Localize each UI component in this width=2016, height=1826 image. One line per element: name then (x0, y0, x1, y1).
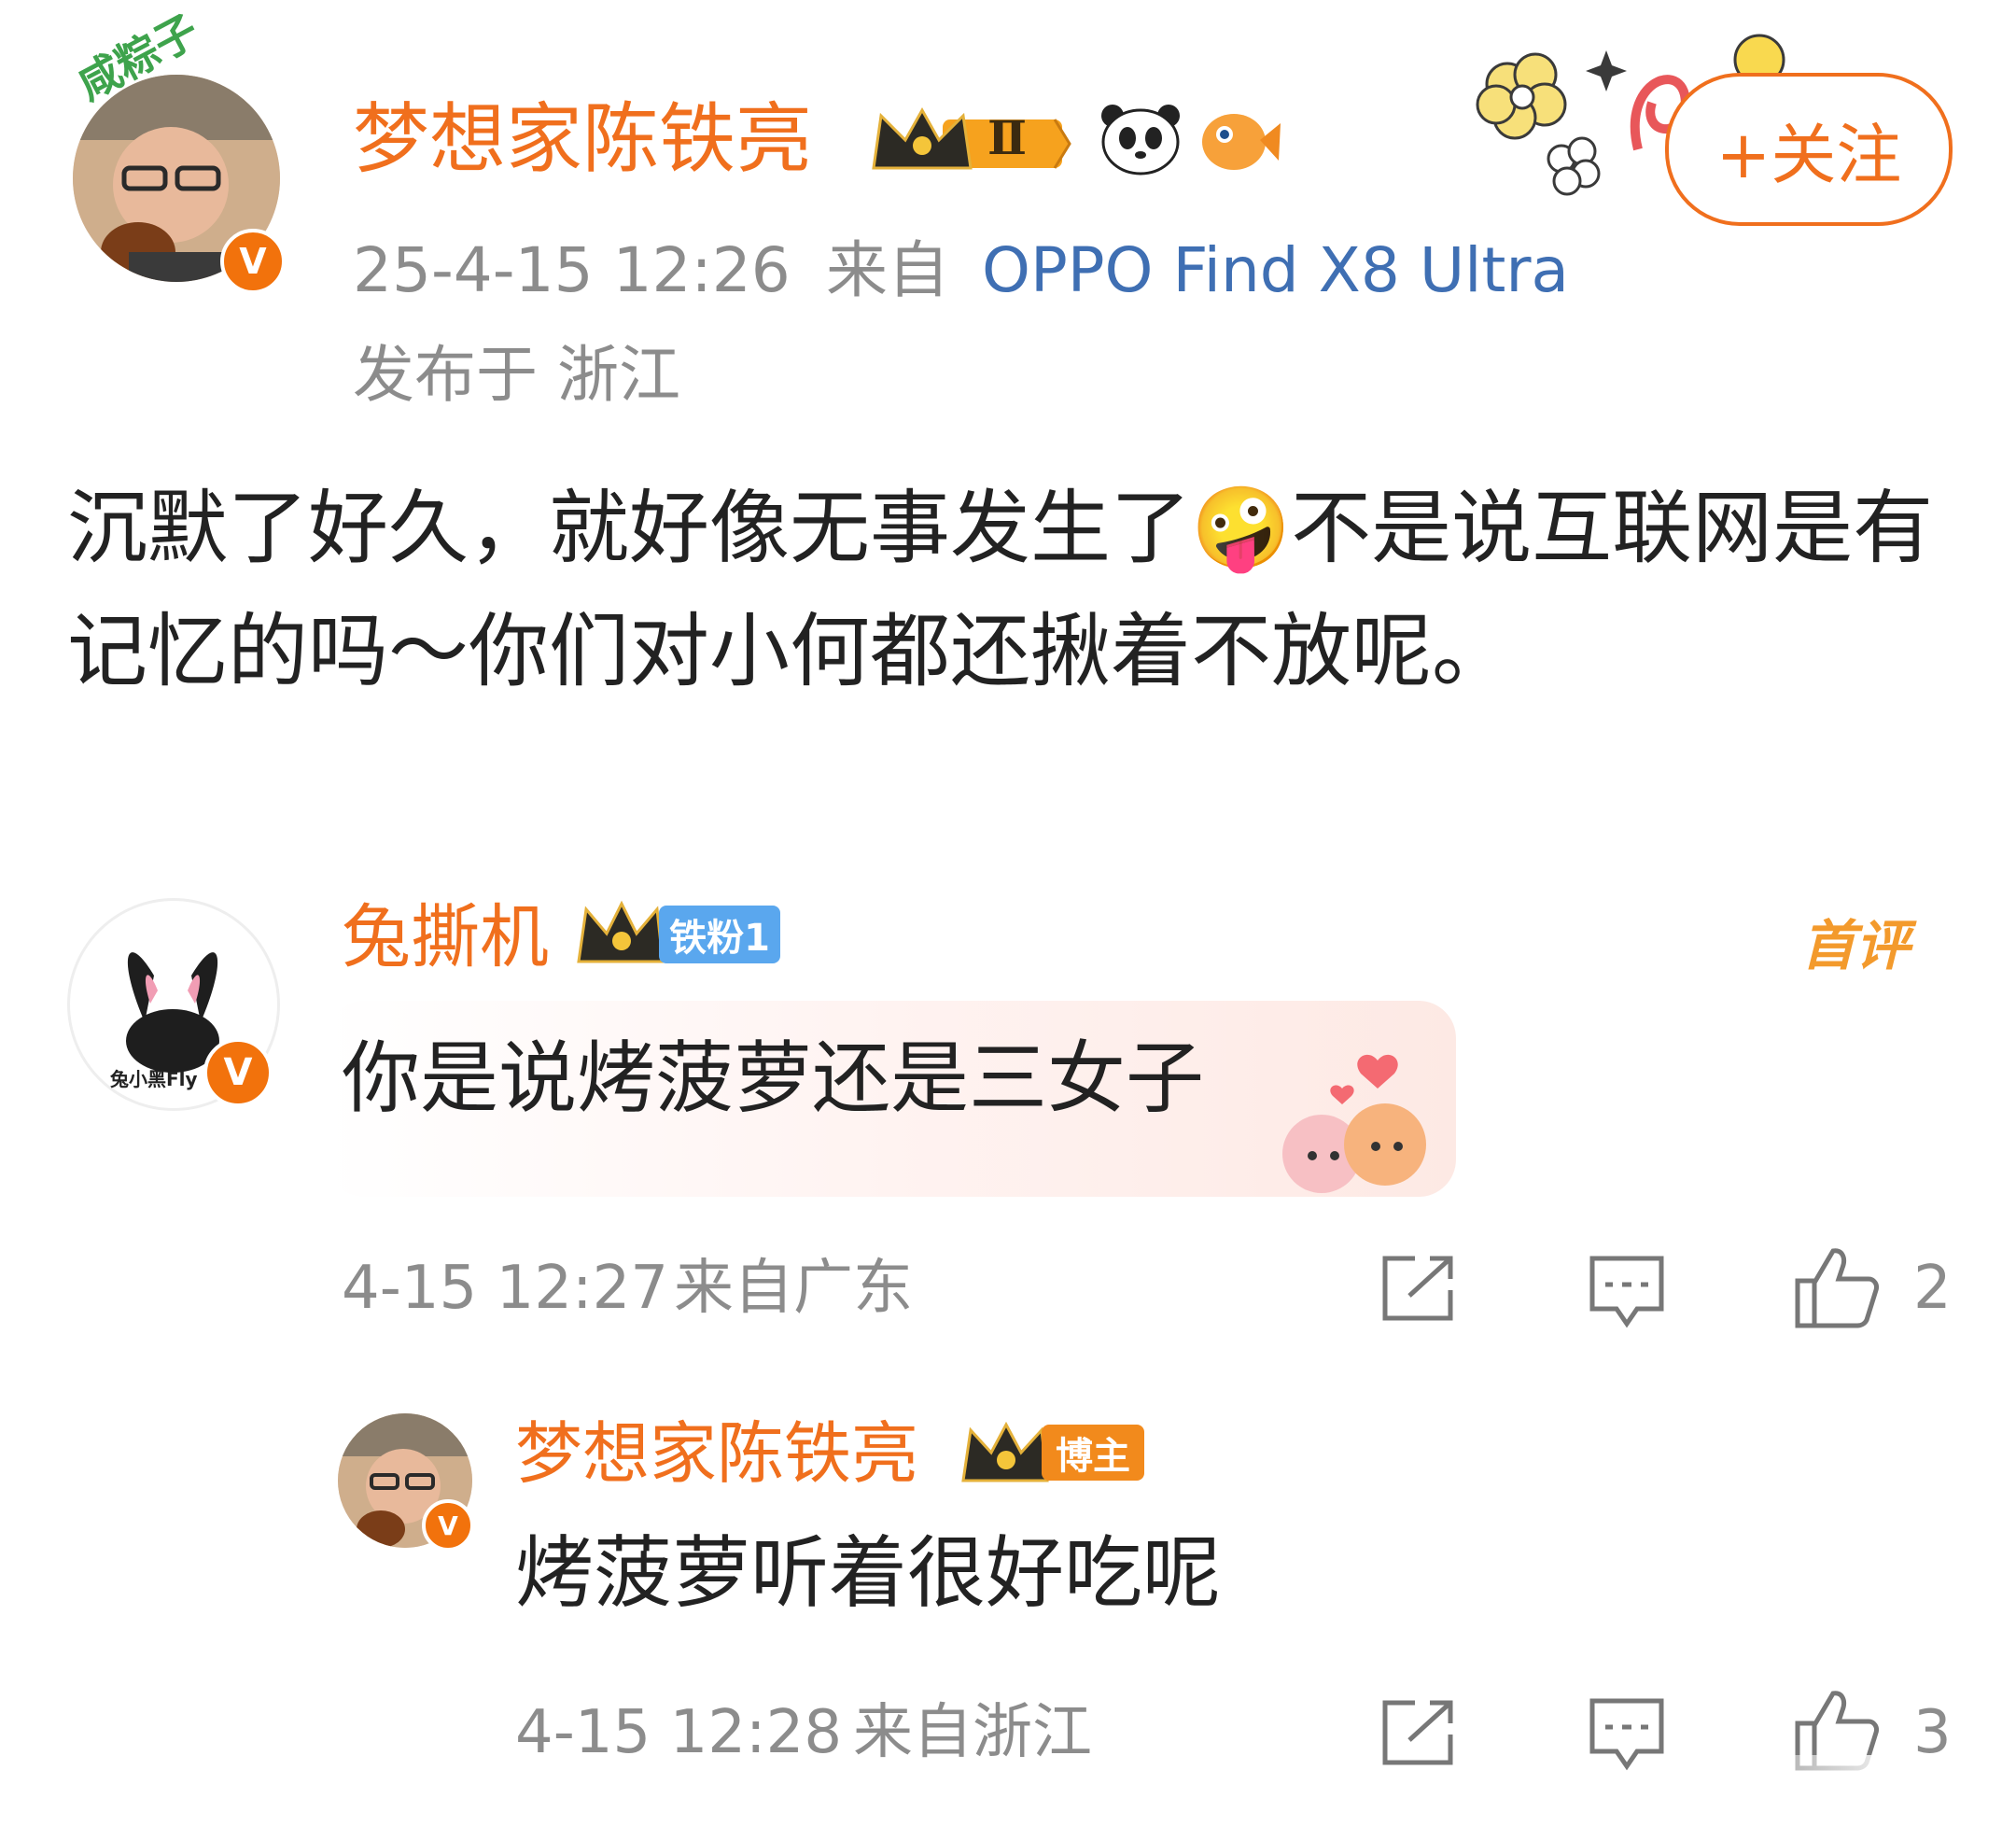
reply-time: 4-15 12:28 (515, 1698, 843, 1767)
crown-icon (868, 103, 1073, 183)
crown-icon (575, 896, 665, 975)
v-verified-icon: V (422, 1499, 474, 1552)
share-icon[interactable] (1378, 1697, 1458, 1768)
post-source-prefix: 来自 (826, 234, 949, 306)
avatar-caption: 兔小黑Fly (110, 1068, 198, 1090)
post-timestamp: 25-4-15 12:26 (353, 234, 791, 306)
level-mark: Ⅱ (987, 110, 1028, 165)
comment-author-name[interactable]: 兔撕机 (342, 892, 549, 982)
comment-source: 来自广东 (674, 1254, 913, 1323)
reply-text: 烤菠萝听着很好吃呢 (515, 1527, 1222, 1619)
panda-icon (1099, 101, 1182, 179)
like-icon[interactable] (1792, 1245, 1880, 1329)
post-location: 发布于 浙江 (353, 339, 680, 411)
like-count: 2 (1913, 1254, 1952, 1323)
post-device-link[interactable]: OPPO Find X8 Ultra (982, 233, 1569, 308)
bottom-fade (1680, 1755, 2016, 1826)
post-text: 沉默了好久，就好像无事发生了🤪不是说互联网是有记忆的吗～你们对小何都还揪着不放呢… (67, 482, 1934, 698)
fish-icon (1198, 103, 1282, 181)
v-verified-icon: V (220, 229, 286, 294)
post-author-name[interactable]: 梦想家陈铁亮 (353, 93, 812, 187)
fan-level-tag: 铁粉1 (659, 906, 780, 963)
couple-sticker-icon (1266, 1042, 1452, 1204)
host-tag: 博主 (1042, 1425, 1144, 1481)
share-icon[interactable] (1378, 1253, 1458, 1324)
follow-button[interactable]: +关注 (1665, 73, 1953, 226)
comment-icon[interactable] (1589, 1695, 1665, 1772)
comment-text: 你是说烤菠萝还是三女子 (342, 1032, 1205, 1124)
comment-time: 4-15 12:27 (342, 1254, 669, 1323)
reply-author-name[interactable]: 梦想家陈铁亮 (515, 1410, 918, 1497)
comment-icon[interactable] (1589, 1253, 1665, 1329)
crown-icon (959, 1417, 1049, 1492)
v-verified-icon: V (203, 1038, 273, 1107)
first-comment-badge: 首评 (1801, 914, 1911, 977)
reply-source: 来自浙江 (853, 1698, 1092, 1767)
